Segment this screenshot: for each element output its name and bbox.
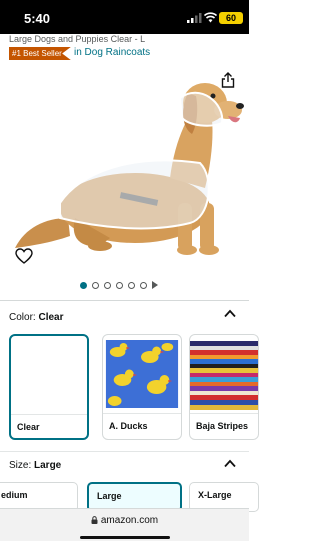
color-swatch-ducks[interactable]: A. Ducks xyxy=(102,334,182,440)
browser-url-bar[interactable]: amazon.com xyxy=(0,508,249,541)
swatch-image-baja-stripes xyxy=(190,341,258,410)
page-dot[interactable] xyxy=(80,281,87,289)
swatch-image-clear xyxy=(11,336,87,414)
page-dot[interactable] xyxy=(116,281,123,289)
url-display[interactable]: amazon.com xyxy=(0,515,249,526)
swatch-label: Clear xyxy=(17,422,40,432)
color-selected-value: Clear xyxy=(38,312,64,323)
page-dot[interactable] xyxy=(92,281,99,289)
section-divider xyxy=(0,451,249,452)
size-option-label: edium xyxy=(1,490,28,500)
swatch-divider xyxy=(190,413,258,414)
url-text: amazon.com xyxy=(100,515,159,526)
video-play-icon[interactable] xyxy=(152,281,158,289)
size-option-label: Large xyxy=(97,491,122,501)
chevron-up-icon[interactable] xyxy=(224,459,236,468)
product-title: Large Dogs and Puppies Clear - L xyxy=(9,34,146,44)
product-image[interactable] xyxy=(0,68,249,273)
status-time: 5:40 xyxy=(24,11,51,26)
lock-icon xyxy=(91,516,98,524)
heart-icon[interactable] xyxy=(15,248,33,264)
swatch-divider xyxy=(103,413,181,414)
swatch-label: A. Ducks xyxy=(109,421,148,431)
swatch-image-ducks xyxy=(105,340,179,408)
swatch-label: Baja Stripes xyxy=(196,421,249,431)
page-dot[interactable] xyxy=(140,281,147,289)
color-swatch-baja-stripes[interactable]: Baja Stripes xyxy=(189,334,259,440)
section-divider xyxy=(0,300,249,301)
status-bar: 5:40 60 xyxy=(0,0,249,34)
best-seller-badge[interactable]: #1 Best Seller xyxy=(9,47,71,60)
color-swatch-clear[interactable]: Clear xyxy=(9,334,89,440)
signal-icon xyxy=(187,13,202,23)
color-selector-heading: Color: Clear xyxy=(9,312,63,323)
chevron-up-icon[interactable] xyxy=(224,309,236,318)
wifi-icon xyxy=(204,12,217,23)
page-dot[interactable] xyxy=(128,281,135,289)
size-label: Size: xyxy=(9,460,32,471)
category-link[interactable]: in Dog Raincoats xyxy=(74,47,150,58)
share-icon[interactable] xyxy=(220,72,236,88)
home-indicator xyxy=(80,536,170,539)
size-selector-heading: Size: Large xyxy=(9,460,61,471)
image-pagination[interactable] xyxy=(80,280,170,290)
page-dot[interactable] xyxy=(104,281,111,289)
swatch-divider xyxy=(11,414,87,415)
color-label: Color: xyxy=(9,312,36,323)
battery-indicator: 60 xyxy=(219,12,243,24)
size-selected-value: Large xyxy=(34,460,62,471)
size-option-label: X-Large xyxy=(198,490,232,500)
